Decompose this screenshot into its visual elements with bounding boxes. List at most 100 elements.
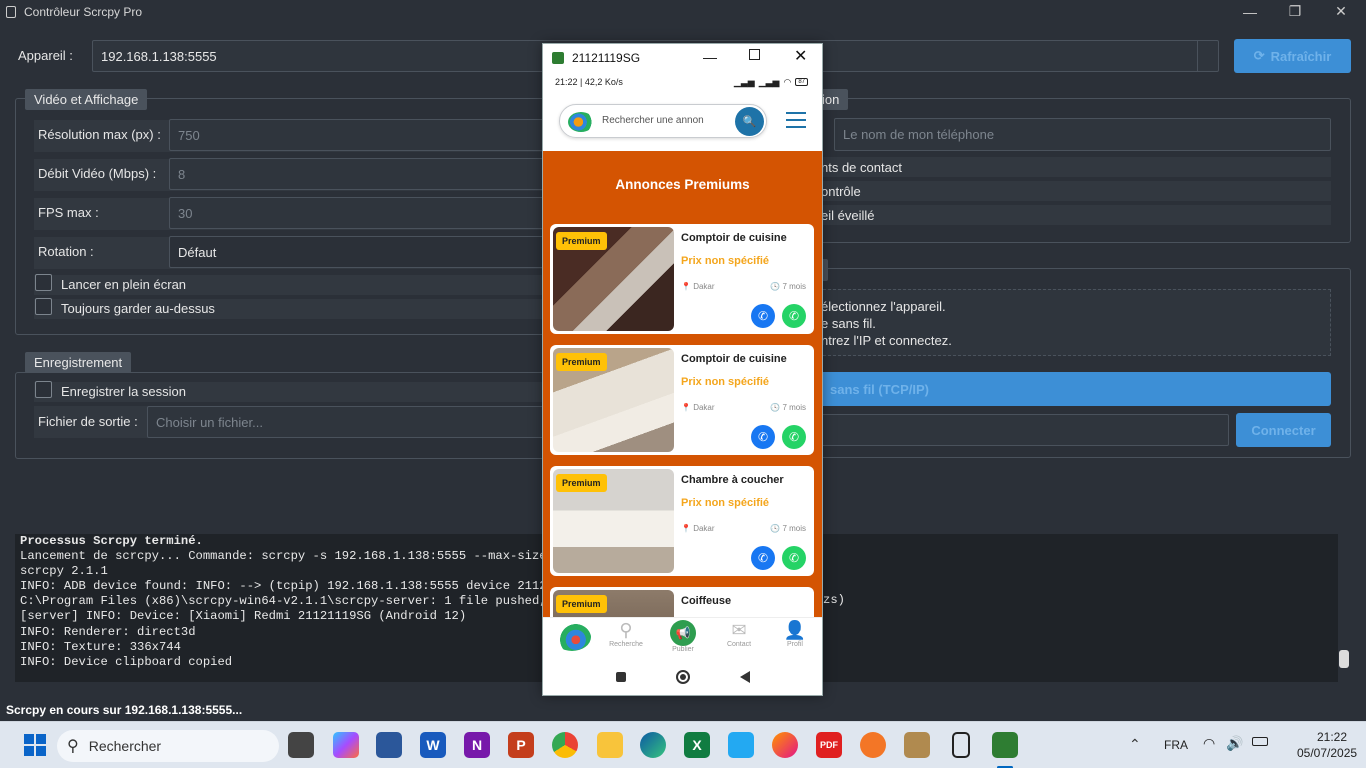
search-box[interactable]: Rechercher une annon 🔍 <box>559 104 767 138</box>
whatsapp-icon[interactable]: ✆ <box>782 304 806 328</box>
task-view-icon[interactable] <box>288 732 314 758</box>
device-name-placeholder: Le nom de mon téléphone <box>843 127 995 142</box>
output-file-input[interactable]: Choisir un fichier... <box>147 406 549 438</box>
recording-group-title: Enregistrement <box>25 352 132 373</box>
search-icon: ⚲ <box>619 620 633 640</box>
listing-time: 🕓 7 mois <box>770 282 806 291</box>
volume-icon[interactable]: 🔊 <box>1226 735 1243 752</box>
file-explorer-icon[interactable] <box>597 732 623 758</box>
listing-price: Prix non spécifié <box>681 497 770 509</box>
whatsapp-icon[interactable]: ✆ <box>782 546 806 570</box>
phone-call-icon[interactable]: ✆ <box>751 304 775 328</box>
android-status-bar: 21:22 | 42,2 Ko/s ▁▃▅ ▁▃▅ ◠ 87 <box>543 72 822 92</box>
back-button[interactable] <box>739 671 750 683</box>
firefox-icon[interactable] <box>772 732 798 758</box>
window-title: Contrôleur Scrcpy Pro <box>24 4 143 19</box>
ontop-checkbox[interactable] <box>35 298 52 315</box>
word-icon[interactable]: W <box>420 732 446 758</box>
jupyter-icon[interactable] <box>860 732 886 758</box>
listing-card[interactable]: Premium Coiffeuse <box>550 587 814 617</box>
rotation-select[interactable]: Défaut <box>169 236 549 268</box>
home-button[interactable] <box>675 670 690 684</box>
nav-contact[interactable]: ✉ Contact <box>719 620 759 648</box>
search-icon: ⚲ <box>67 738 79 755</box>
onenote-icon[interactable]: N <box>464 732 490 758</box>
listing-card[interactable]: Premium Comptoir de cuisine Prix non spé… <box>550 345 814 455</box>
refresh-icon: ⟳ <box>1253 48 1265 63</box>
copilot-icon[interactable] <box>333 732 359 758</box>
taskbar-search-label: Rechercher <box>88 738 162 754</box>
bitrate-input[interactable]: 8 <box>169 158 549 190</box>
start-button[interactable] <box>22 732 48 758</box>
nav-profile[interactable]: 👤 Profil <box>775 620 815 648</box>
console-scrollbar-thumb[interactable] <box>1339 650 1349 668</box>
app-bottom-nav: ⚲ Recherche 📢 Publier ✉ Contact 👤 Profil <box>543 617 822 659</box>
status-text: Scrcpy en cours sur 192.168.1.138:5555..… <box>6 703 243 717</box>
signal-icon: ▁▃▅ <box>733 76 755 87</box>
megaphone-icon: 📢 <box>670 620 696 646</box>
wireless-mode-label: sans fil (TCP/IP) <box>830 381 929 397</box>
record-checkbox[interactable] <box>35 381 52 398</box>
phone-close-button[interactable]: ✕ <box>794 46 807 66</box>
notes-app-icon[interactable] <box>376 732 402 758</box>
wireless-mode-button[interactable]: sans fil (TCP/IP) <box>818 372 1331 406</box>
listing-location: 📍 Dakar <box>681 403 715 412</box>
ip-input[interactable] <box>818 414 1229 446</box>
option-contacts[interactable]: nts de contact <box>821 160 902 175</box>
connect-button[interactable]: Connecter <box>1236 413 1331 447</box>
scrcpy-icon[interactable] <box>992 732 1018 758</box>
fps-label: FPS max : <box>38 205 99 220</box>
hamburger-menu-icon[interactable] <box>786 112 806 128</box>
row-bg <box>818 181 1331 201</box>
option-stay-awake[interactable]: eil éveillé <box>821 208 874 223</box>
fullscreen-checkbox[interactable] <box>35 274 52 291</box>
fullscreen-label: Lancer en plein écran <box>61 277 187 292</box>
phone-mirror-window[interactable]: 21121119SG — ✕ 21:22 | 42,2 Ko/s ▁▃▅ ▁▃▅… <box>542 43 823 696</box>
option-control[interactable]: ontrôle <box>821 184 861 199</box>
language-indicator[interactable]: FRA <box>1164 738 1188 752</box>
refresh-button[interactable]: ⟳ Rafraîchir <box>1234 39 1351 73</box>
resolution-input[interactable]: 750 <box>169 119 549 151</box>
whatsapp-icon[interactable]: ✆ <box>782 425 806 449</box>
device-name-input[interactable]: Le nom de mon téléphone <box>834 118 1331 151</box>
close-button[interactable]: ✕ <box>1318 0 1364 23</box>
recents-button[interactable] <box>615 672 626 682</box>
fps-input[interactable]: 30 <box>169 197 549 229</box>
search-icon[interactable]: 🔍 <box>735 107 764 136</box>
wireless-step2: e sans fil. <box>821 316 876 331</box>
wifi-icon: ◠ <box>783 76 792 87</box>
app-icon[interactable] <box>904 732 930 758</box>
excel-icon[interactable]: X <box>684 732 710 758</box>
listing-card[interactable]: Premium Comptoir de cuisine Prix non spé… <box>550 224 814 334</box>
chrome-icon[interactable] <box>552 732 578 758</box>
battery-icon[interactable] <box>1252 737 1268 746</box>
edge-icon[interactable] <box>640 732 666 758</box>
phone-minimize-button[interactable]: — <box>703 49 717 65</box>
listing-card[interactable]: Premium Chambre à coucher Prix non spéci… <box>550 466 814 576</box>
phone-link-icon[interactable] <box>952 732 970 758</box>
app-content[interactable]: Annonces Premiums Premium Comptoir de cu… <box>543 151 822 617</box>
phone-call-icon[interactable]: ✆ <box>751 546 775 570</box>
nav-logo-icon[interactable] <box>553 623 591 651</box>
wifi-icon[interactable]: ◠ <box>1203 735 1215 752</box>
android-status-time: 21:22 | 42,2 Ko/s <box>555 77 623 87</box>
listing-price: Prix non spécifié <box>681 376 770 388</box>
powerpoint-icon[interactable]: P <box>508 732 534 758</box>
clock-date[interactable]: 05/07/2025 <box>1297 746 1357 760</box>
vscode-icon[interactable] <box>728 732 754 758</box>
phone-maximize-button[interactable] <box>749 49 760 60</box>
android-status-icons: ▁▃▅ ▁▃▅ ◠ 87 <box>734 77 808 88</box>
taskbar-search[interactable]: ⚲ Rechercher <box>57 730 279 762</box>
android-nav-bar <box>543 659 822 695</box>
clock-time[interactable]: 21:22 <box>1317 730 1347 744</box>
nav-publish[interactable]: 📢 Publier <box>663 620 703 653</box>
minimize-button[interactable]: — <box>1227 0 1273 23</box>
app-logo-icon <box>568 112 594 132</box>
maximize-button[interactable]: ❐ <box>1272 0 1318 23</box>
pdf-icon[interactable]: PDF <box>816 732 842 758</box>
listing-title: Coiffeuse <box>681 595 732 607</box>
listing-title: Comptoir de cuisine <box>681 353 787 365</box>
nav-search[interactable]: ⚲ Recherche <box>606 620 646 648</box>
phone-call-icon[interactable]: ✆ <box>751 425 775 449</box>
chevron-up-icon[interactable]: ⌃ <box>1129 736 1141 753</box>
